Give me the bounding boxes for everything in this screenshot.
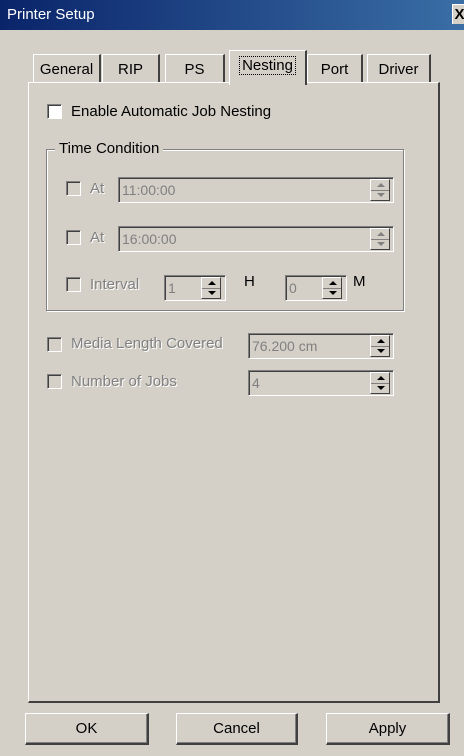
apply-button[interactable]: Apply — [326, 713, 450, 745]
tab-label: RIP — [117, 61, 143, 78]
number-of-jobs-checkbox[interactable] — [47, 374, 62, 389]
number-of-jobs-value: 4 — [252, 375, 260, 391]
at2-time-value: 16:00:00 — [122, 231, 177, 247]
media-length-spinner[interactable] — [370, 335, 390, 357]
enable-nesting-label: Enable Automatic Job Nesting — [71, 103, 272, 120]
tab-ps[interactable]: PS — [165, 54, 225, 83]
tab-nesting[interactable]: Nesting — [229, 50, 307, 85]
interval-minutes-spinner[interactable] — [322, 277, 342, 299]
tab-general[interactable]: General — [33, 54, 101, 83]
at2-checkbox[interactable] — [66, 230, 81, 245]
cancel-button-label: Cancel — [213, 720, 260, 737]
media-length-label: Media Length Covered — [71, 335, 223, 352]
enable-nesting-checkbox[interactable] — [47, 104, 62, 119]
tab-rip[interactable]: RIP — [102, 54, 160, 83]
ok-button[interactable]: OK — [25, 713, 149, 745]
title-bar: Printer Setup X — [0, 0, 464, 30]
media-length-value: 76.200 cm — [252, 338, 318, 354]
at1-label: At — [90, 180, 105, 197]
close-icon[interactable]: X — [452, 4, 464, 24]
at1-time-value: 11:00:00 — [122, 182, 176, 198]
interval-label: Interval — [90, 276, 140, 293]
at1-checkbox[interactable] — [66, 181, 81, 196]
hours-unit-label: H — [244, 273, 255, 290]
time-condition-title: Time Condition — [55, 140, 164, 157]
ok-button-label: OK — [75, 720, 98, 737]
at1-spinner[interactable] — [370, 179, 390, 201]
at2-label: At — [90, 229, 105, 246]
interval-hours-spinner[interactable] — [201, 277, 221, 299]
interval-minutes-value: 0 — [289, 280, 297, 296]
interval-hours-value: 1 — [168, 280, 176, 296]
number-of-jobs-label: Number of Jobs — [71, 373, 177, 390]
media-length-checkbox[interactable] — [47, 337, 62, 352]
tab-label: General — [39, 61, 94, 78]
apply-button-label: Apply — [368, 720, 407, 737]
tab-port[interactable]: Port — [307, 54, 363, 83]
tab-label: Driver — [378, 61, 419, 78]
at1-time-field[interactable]: 11:00:00 — [118, 177, 394, 203]
cancel-button[interactable]: Cancel — [176, 713, 298, 745]
minutes-unit-label: M — [353, 273, 366, 290]
tab-label: Port — [320, 61, 349, 78]
at2-spinner[interactable] — [370, 228, 390, 250]
at2-time-field[interactable]: 16:00:00 — [118, 226, 394, 252]
tab-driver[interactable]: Driver — [367, 54, 431, 83]
tab-label: PS — [184, 61, 205, 78]
tab-label: Nesting — [239, 56, 296, 75]
number-of-jobs-spinner[interactable] — [370, 372, 390, 394]
interval-checkbox[interactable] — [66, 277, 81, 292]
window-title: Printer Setup — [7, 6, 95, 23]
